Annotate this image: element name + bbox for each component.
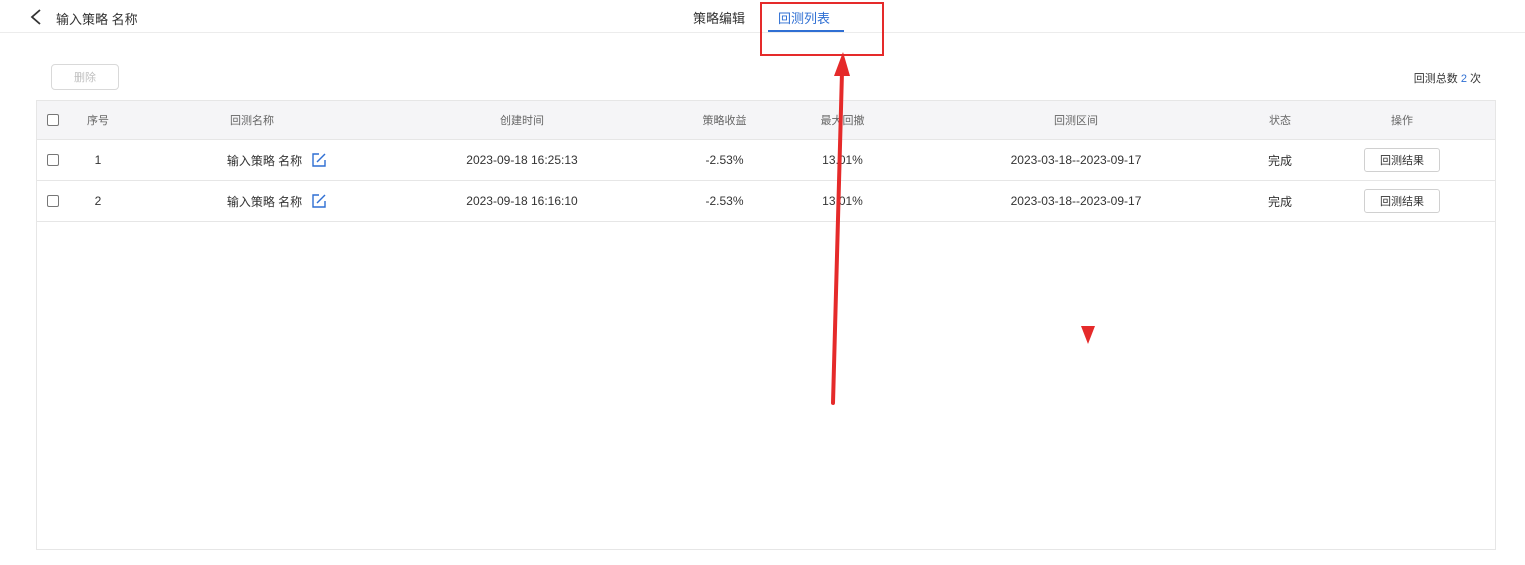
header-range: 回测区间 — [1054, 115, 1098, 127]
table-row: 2 输入策略 名称 2023-09-18 16:16:10 -2.53% 13.… — [37, 181, 1495, 222]
header-created: 创建时间 — [500, 115, 544, 127]
header-return: 策略收益 — [702, 115, 747, 127]
row-checkbox[interactable] — [47, 154, 59, 166]
edit-icon[interactable] — [311, 193, 327, 209]
row-checkbox-cell — [42, 140, 64, 180]
annotation-highlight-box — [760, 2, 884, 56]
view-result-button[interactable]: 回测结果 — [1364, 189, 1440, 213]
total-label: 回测总数 — [1413, 73, 1458, 85]
row-status: 完成 — [1267, 194, 1292, 209]
row-name-cell: 输入策略 名称 — [177, 140, 377, 180]
header-name: 回测名称 — [230, 115, 274, 127]
page-title: 输入策略 名称 — [56, 12, 138, 27]
total-unit: 次 — [1470, 73, 1481, 85]
row-status: 完成 — [1267, 153, 1292, 168]
row-return: -2.53% — [705, 194, 744, 208]
row-created: 2023-09-18 16:16:10 — [466, 194, 578, 208]
row-drawdown: 13.01% — [822, 153, 863, 167]
view-result-button[interactable]: 回测结果 — [1364, 148, 1440, 172]
table-row: 1 输入策略 名称 2023-09-18 16:25:13 -2.53% 13.… — [37, 140, 1495, 181]
header-index: 序号 — [87, 115, 109, 127]
row-action-cell: 回测结果 — [1364, 140, 1440, 180]
row-name: 输入策略 名称 — [226, 194, 303, 209]
row-name: 输入策略 名称 — [226, 153, 303, 168]
row-return: -2.53% — [705, 153, 744, 167]
backtest-table: 序号 回测名称 创建时间 策略收益 最大回撤 回测区间 状态 操作 1 输入策略… — [36, 100, 1496, 550]
chevron-left-icon[interactable] — [27, 8, 45, 26]
delete-button[interactable]: 删除 — [51, 64, 119, 90]
row-index: 1 — [94, 153, 102, 167]
select-all-checkbox[interactable] — [47, 114, 59, 126]
backtest-total: 回测总数 2 次 — [1414, 70, 1481, 86]
row-range: 2023-03-18--2023-09-17 — [1010, 153, 1142, 167]
row-created: 2023-09-18 16:25:13 — [466, 153, 578, 167]
row-drawdown: 13.01% — [822, 194, 863, 208]
row-checkbox[interactable] — [47, 195, 59, 207]
row-checkbox-cell — [42, 181, 64, 221]
header-action: 操作 — [1391, 115, 1413, 127]
row-name-cell: 输入策略 名称 — [177, 181, 377, 221]
row-index: 2 — [94, 194, 102, 208]
row-range: 2023-03-18--2023-09-17 — [1010, 194, 1142, 208]
header-checkbox-cell — [42, 101, 64, 139]
tab-strategy-edit[interactable]: 策略编辑 — [693, 8, 745, 27]
edit-icon[interactable] — [311, 152, 327, 168]
row-action-cell: 回测结果 — [1364, 181, 1440, 221]
table-header: 序号 回测名称 创建时间 策略收益 最大回撤 回测区间 状态 操作 — [37, 101, 1495, 140]
header-drawdown: 最大回撤 — [820, 115, 865, 127]
header-status: 状态 — [1269, 115, 1291, 127]
total-count: 2 — [1460, 73, 1467, 85]
